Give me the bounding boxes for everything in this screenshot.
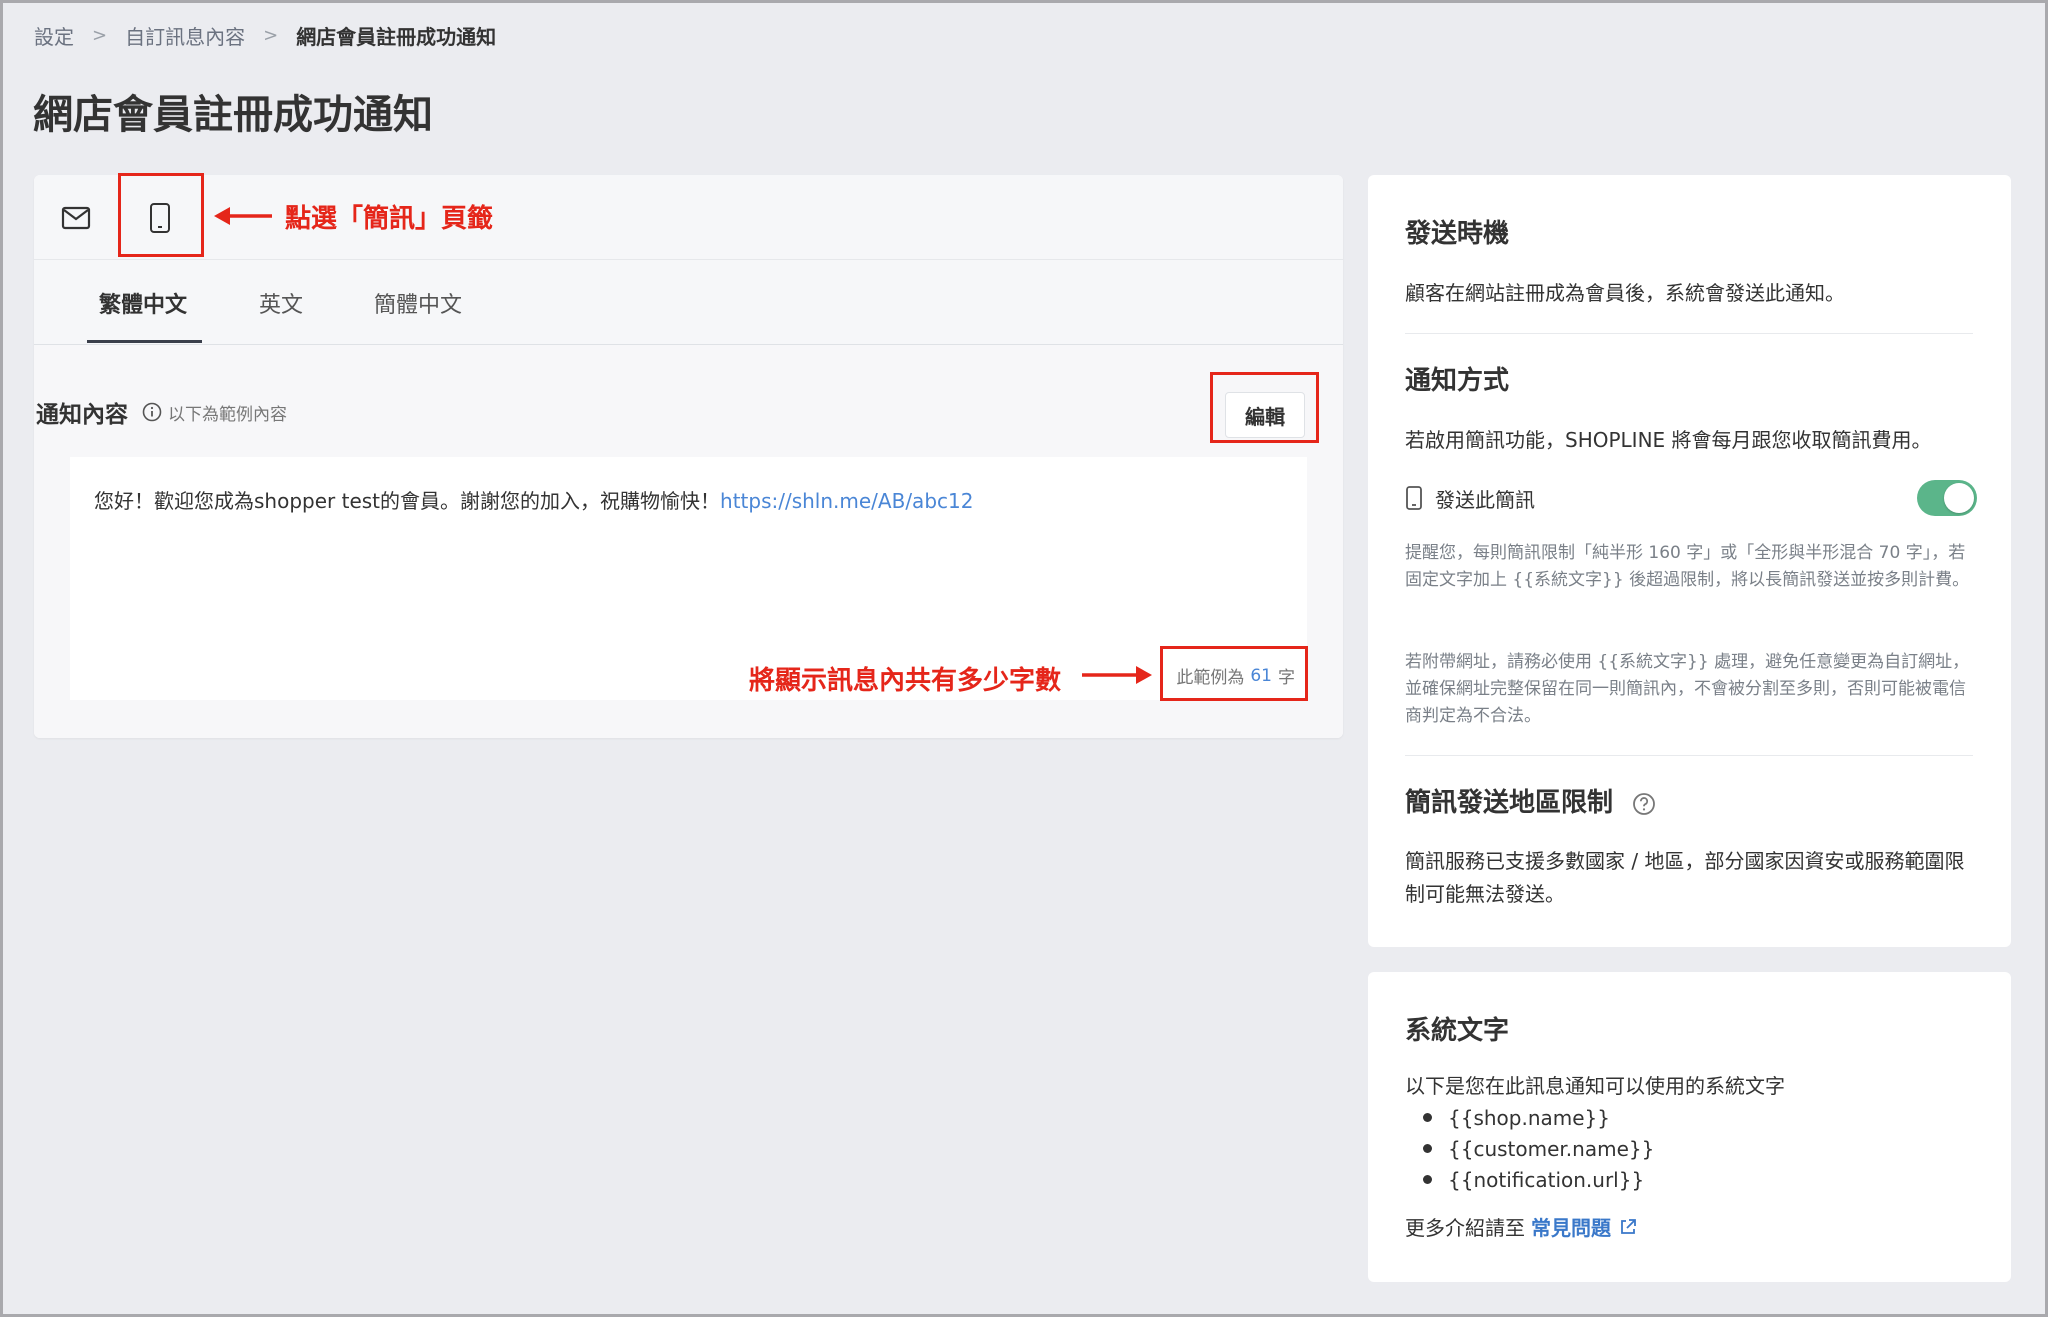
bullet <box>1423 1175 1432 1184</box>
info-icon <box>142 402 162 422</box>
content-hint: 以下為範例內容 <box>168 404 287 425</box>
faq-prefix: 更多介紹請至 <box>1405 1216 1525 1240</box>
method-title: 通知方式 <box>1405 366 1510 396</box>
divider <box>1405 755 1973 756</box>
variable-list: {{shop.name}} {{customer.name}} {{notifi… <box>1405 1102 1654 1195</box>
message-link[interactable]: https://shln.me/AB/abc12 <box>720 489 973 513</box>
bullet <box>1423 1144 1432 1153</box>
system-text-intro: 以下是您在此訊息通知可以使用的系統文字 <box>1405 1074 1785 1098</box>
timing-text: 顧客在網站註冊成為會員後，系統會發送此通知。 <box>1405 281 1845 305</box>
message-body: 您好！歡迎您成為shopper test的會員。謝謝您的加入，祝購物愉快！ <box>94 489 721 513</box>
faq-link[interactable]: 常見問題 <box>1531 1212 1611 1241</box>
annotation-sms-tab-note: 點選「簡訊」頁籤 <box>285 204 494 234</box>
faq-line: 更多介紹請至 常見問題 <box>1405 1212 1637 1241</box>
sms-toggle[interactable] <box>1917 480 1977 516</box>
sms-note-url: 若附帶網址，請務必使用 {{系統文字}} 處理，避免任意變更為自訂網址，並確保網… <box>1405 652 1970 726</box>
active-tab-indicator <box>87 340 202 343</box>
bullet <box>1423 1113 1432 1122</box>
mobile-icon <box>1406 486 1422 510</box>
variable-name: {{notification.url}} <box>1448 1167 1645 1192</box>
content-header: 通知內容 以下為範例內容 <box>36 395 287 429</box>
content-title: 通知內容 <box>36 402 128 428</box>
message-text: 您好！歡迎您成為shopper test的會員。謝謝您的加入，祝購物愉快！htt… <box>94 485 973 514</box>
external-link-icon[interactable] <box>1619 1218 1637 1236</box>
timing-title: 發送時機 <box>1405 219 1510 249</box>
list-item: {{shop.name}} <box>1405 1102 1654 1133</box>
sms-toggle-label: 發送此簡訊 <box>1435 487 1535 512</box>
tab-traditional-chinese[interactable]: 繁體中文 <box>99 260 187 345</box>
divider <box>1405 333 1973 334</box>
toggle-knob <box>1944 483 1974 513</box>
annotation-count-box <box>1160 646 1308 701</box>
breadcrumb-current: 網店會員註冊成功通知 <box>296 24 497 49</box>
breadcrumb-item-custom-messages[interactable]: 自訂訊息內容 <box>125 21 245 50</box>
chevron-right-icon: > <box>92 24 108 46</box>
system-text-title: 系統文字 <box>1405 1016 1510 1046</box>
tab-email[interactable] <box>34 175 118 260</box>
settings-card: 發送時機 顧客在網站註冊成為會員後，系統會發送此通知。 通知方式 若啟用簡訊功能… <box>1368 175 2011 947</box>
breadcrumb-item-settings[interactable]: 設定 <box>34 21 74 50</box>
list-item: {{notification.url}} <box>1405 1164 1654 1195</box>
annotation-arrow-left-icon <box>214 207 272 225</box>
region-title-text: 簡訊發送地區限制 <box>1405 788 1614 818</box>
page-title: 網店會員註冊成功通知 <box>33 92 433 138</box>
annotation-arrow-right-icon <box>1082 666 1152 684</box>
annotation-edit-box <box>1210 372 1319 443</box>
mail-icon <box>61 206 91 229</box>
tab-simplified-chinese[interactable]: 簡體中文 <box>374 260 462 345</box>
method-text: 若啟用簡訊功能，SHOPLINE 將會每月跟您收取簡訊費用。 <box>1405 428 1932 452</box>
region-title: 簡訊發送地區限制 <box>1405 782 1656 819</box>
sms-toggle-row: 發送此簡訊 <box>1405 480 1977 516</box>
chevron-right-icon: > <box>263 24 279 46</box>
annotation-count-note: 將顯示訊息內共有多少字數 <box>749 666 1062 696</box>
region-text: 簡訊服務已支援多數國家 / 地區，部分國家因資安或服務範圍限制可能無法發送。 <box>1405 849 1965 906</box>
sms-note-length: 提醒您，每則簡訊限制「純半形 160 字」或「全形與半形混合 70 字」，若固定… <box>1405 543 1970 590</box>
tab-english[interactable]: 英文 <box>259 260 303 345</box>
system-text-card: 系統文字 以下是您在此訊息通知可以使用的系統文字 {{shop.name}} {… <box>1368 972 2011 1282</box>
breadcrumb: 設定 > 自訂訊息內容 > 網店會員註冊成功通知 <box>34 20 496 50</box>
language-tab-bar: 繁體中文 英文 簡體中文 <box>34 260 1343 345</box>
list-item: {{customer.name}} <box>1405 1133 1654 1164</box>
annotation-sms-tab-box <box>118 173 204 257</box>
variable-name: {{shop.name}} <box>1448 1105 1611 1130</box>
help-icon[interactable] <box>1632 792 1656 816</box>
variable-name: {{customer.name}} <box>1448 1136 1655 1161</box>
